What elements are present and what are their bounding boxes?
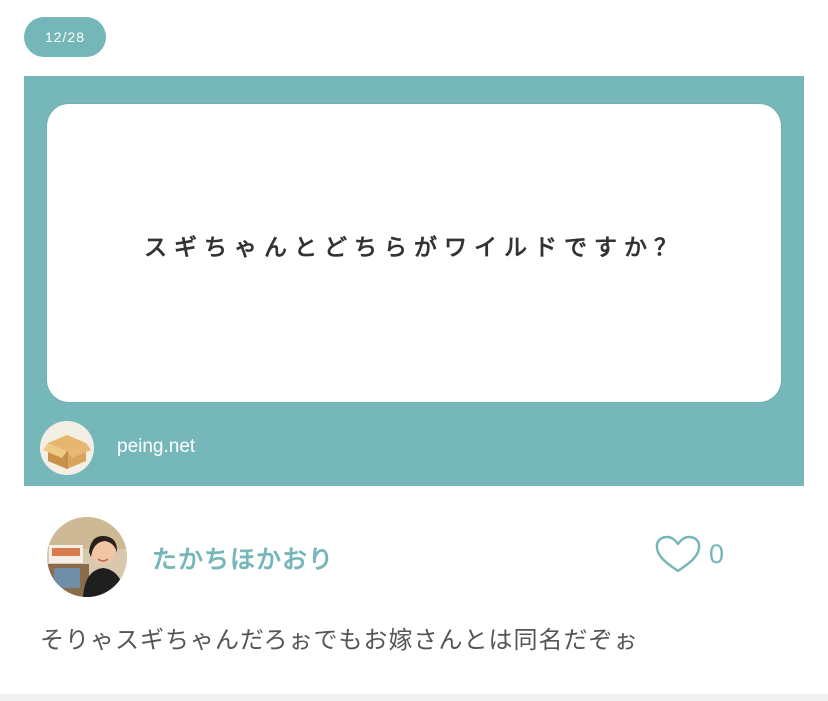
- username-link[interactable]: たかちほかおり: [152, 540, 334, 576]
- heart-outline-icon[interactable]: [654, 534, 702, 574]
- bottom-divider: [0, 694, 828, 701]
- site-label: peing.net: [117, 436, 196, 457]
- cardboard-box-icon: [40, 421, 94, 475]
- user-avatar[interactable]: [47, 517, 127, 597]
- like-button[interactable]: 0: [654, 533, 734, 575]
- question-card[interactable]: スギちゃんとどちらがワイルドですか？ peing.net: [24, 76, 804, 486]
- page-counter-badge: 12/28: [24, 17, 106, 57]
- question-box: スギちゃんとどちらがワイルドですか？: [47, 104, 781, 402]
- question-text: スギちゃんとどちらがワイルドですか？: [144, 235, 684, 261]
- answer-text: そりゃスギちゃんだろぉでもお嫁さんとは同名だぞぉ: [40, 626, 639, 654]
- like-count: 0: [709, 538, 725, 569]
